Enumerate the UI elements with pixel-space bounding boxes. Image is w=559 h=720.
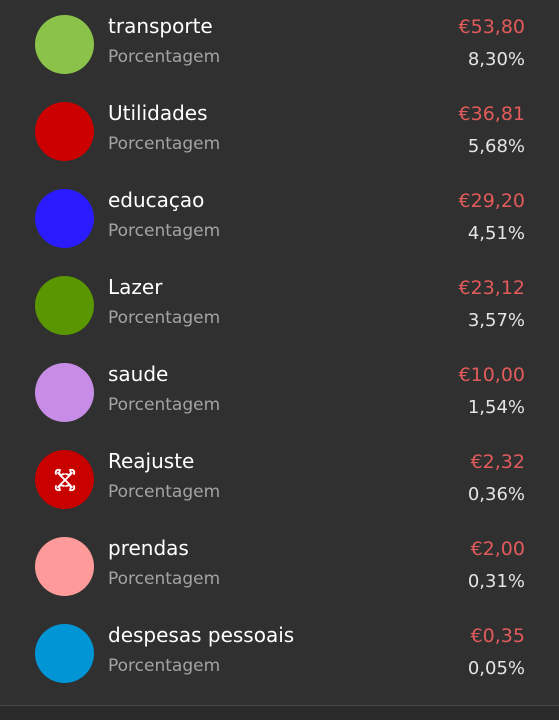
category-percent: 0,31% [467,571,525,592]
category-percent: 5,68% [467,136,525,157]
category-color-icon [35,450,94,509]
category-name: transporte [108,14,213,38]
category-amount: €10,00 [458,364,525,386]
category-row[interactable]: educaçao Porcentagem €29,20 4,51% [0,174,559,261]
category-percent: 8,30% [467,49,525,70]
category-name: Reajuste [108,449,195,473]
category-color-icon [35,276,94,335]
category-percentage-label: Porcentagem [108,395,221,415]
category-percentage-label: Porcentagem [108,134,221,154]
category-percentage-label: Porcentagem [108,221,221,241]
bottom-bar [0,706,559,720]
category-row[interactable]: Reajuste Porcentagem €2,32 0,36% [0,435,559,522]
category-percentage-label: Porcentagem [108,569,221,589]
category-amount: €29,20 [458,190,525,212]
category-percentage-label: Porcentagem [108,656,221,676]
category-percentage-label: Porcentagem [108,482,221,502]
category-percent: 1,54% [467,397,525,418]
category-percentage-label: Porcentagem [108,308,221,328]
category-row[interactable]: transporte Porcentagem €53,80 8,30% [0,0,559,87]
category-amount: €2,32 [470,451,525,473]
category-color-icon [35,102,94,161]
category-row[interactable]: Lazer Porcentagem €23,12 3,57% [0,261,559,348]
category-amount: €53,80 [458,16,525,38]
category-list: transporte Porcentagem €53,80 8,30% Util… [0,0,559,696]
category-name: educaçao [108,188,205,212]
category-color-icon [35,624,94,683]
category-percentage-label: Porcentagem [108,47,221,67]
crossed-tools-icon [54,468,75,491]
category-row[interactable]: Utilidades Porcentagem €36,81 5,68% [0,87,559,174]
category-percent: 0,36% [467,484,525,505]
category-percent: 0,05% [467,658,525,679]
category-name: despesas pessoais [108,623,295,647]
category-color-icon [35,363,94,422]
category-amount: €2,00 [470,538,525,560]
category-color-icon [35,189,94,248]
category-amount: €23,12 [458,277,525,299]
category-amount: €0,35 [470,625,525,647]
category-name: saude [108,362,169,386]
category-percent: 4,51% [467,223,525,244]
category-color-icon [35,537,94,596]
category-color-icon [35,15,94,74]
category-row[interactable]: despesas pessoais Porcentagem €0,35 0,05… [0,609,559,696]
category-row[interactable]: prendas Porcentagem €2,00 0,31% [0,522,559,609]
category-row[interactable]: saude Porcentagem €10,00 1,54% [0,348,559,435]
category-amount: €36,81 [458,103,525,125]
category-percent: 3,57% [467,310,525,331]
category-name: Lazer [108,275,163,299]
category-name: Utilidades [108,101,208,125]
category-name: prendas [108,536,189,560]
